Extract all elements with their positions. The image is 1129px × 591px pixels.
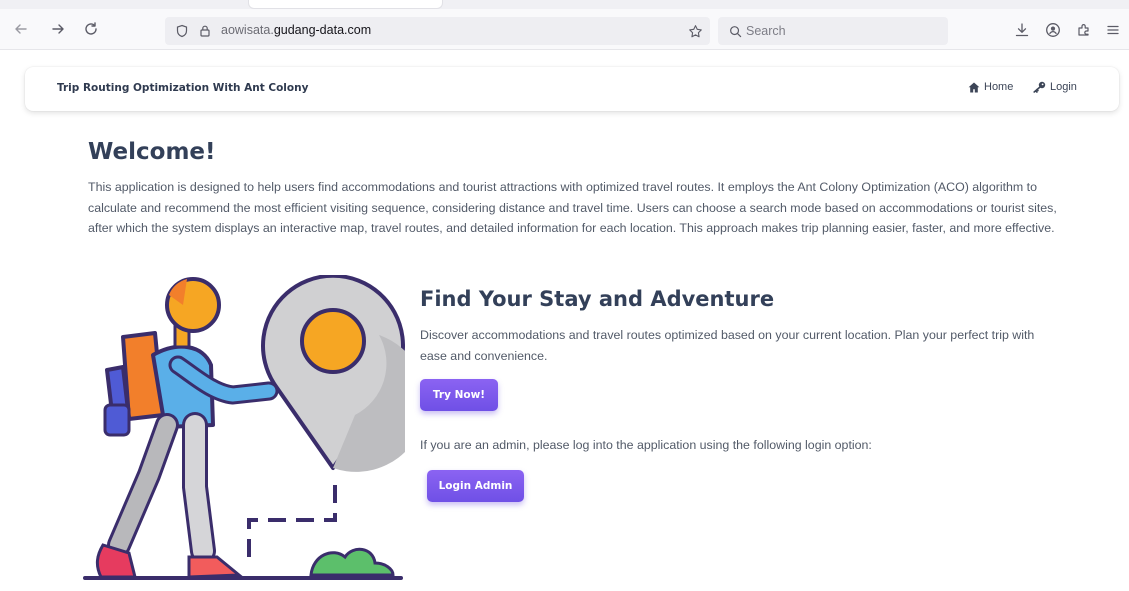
nav-login-link[interactable]: Login [1033, 81, 1077, 93]
welcome-title: Welcome! [88, 139, 216, 165]
key-icon [1033, 81, 1046, 93]
active-tab-edge[interactable] [248, 0, 443, 9]
find-title: Find Your Stay and Adventure [420, 287, 775, 311]
site-navbar: Trip Routing Optimization With Ant Colon… [25, 67, 1119, 111]
tab-strip [0, 0, 1129, 9]
search-placeholder: Search [746, 24, 786, 38]
forward-icon[interactable] [47, 18, 69, 40]
nav-home-link[interactable]: Home [968, 81, 1013, 93]
address-bar[interactable]: aowisata.gudang-data.com [165, 17, 710, 45]
home-icon [968, 82, 980, 92]
reload-icon[interactable] [80, 18, 102, 40]
search-icon [726, 22, 744, 40]
try-now-button[interactable]: Try Now! [420, 379, 498, 411]
admin-instruction: If you are an admin, please log into the… [420, 438, 872, 452]
nav-login-label: Login [1050, 81, 1077, 93]
intro-paragraph: This application is designed to help use… [88, 180, 1057, 235]
extensions-icon[interactable] [1074, 20, 1094, 40]
menu-icon[interactable] [1103, 20, 1123, 40]
bookmark-star-icon[interactable] [686, 22, 704, 40]
back-icon[interactable] [10, 18, 32, 40]
search-bar[interactable]: Search [718, 17, 948, 45]
download-icon[interactable] [1012, 20, 1032, 40]
browser-toolbar: aowisata.gudang-data.com Search [0, 0, 1129, 50]
site-brand[interactable]: Trip Routing Optimization With Ant Colon… [57, 82, 308, 94]
shield-icon[interactable] [173, 22, 191, 40]
login-admin-button[interactable]: Login Admin [427, 470, 524, 502]
traveler-map-pin-illustration [83, 275, 405, 580]
lock-icon[interactable] [196, 22, 214, 40]
nav-home-label: Home [984, 81, 1014, 93]
url-text[interactable]: aowisata.gudang-data.com [221, 23, 371, 37]
account-icon[interactable] [1043, 20, 1063, 40]
find-description: Discover accommodations and travel route… [420, 328, 1035, 363]
